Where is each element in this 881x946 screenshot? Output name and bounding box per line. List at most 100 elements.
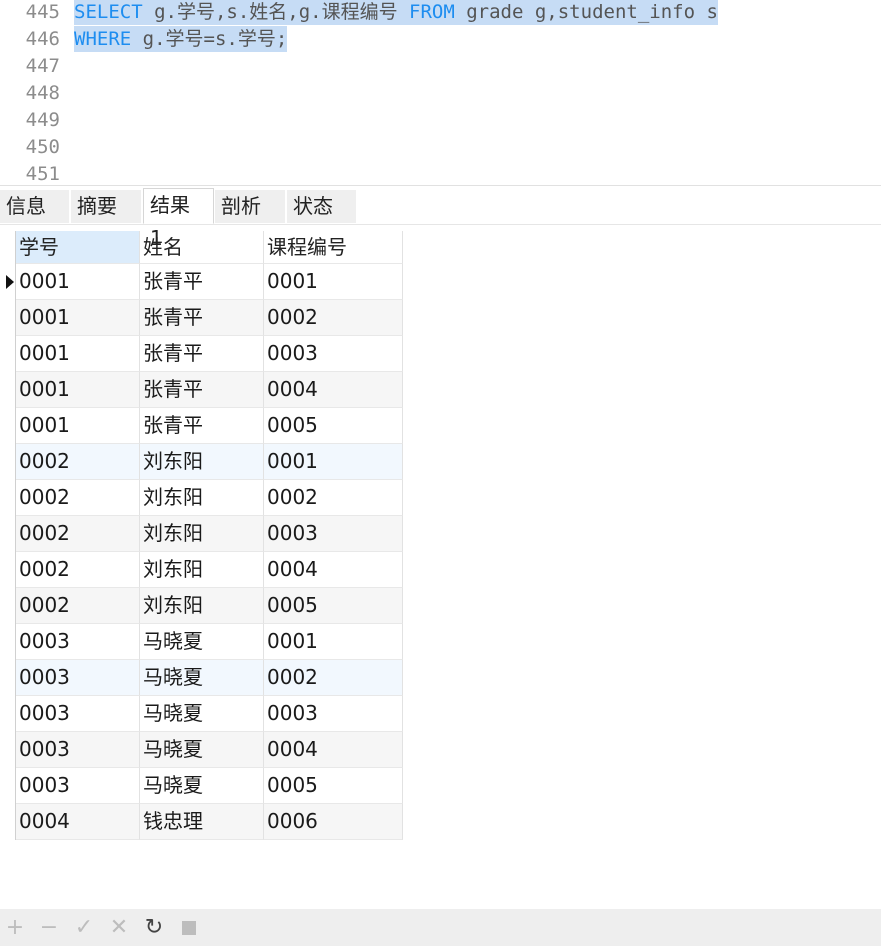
table-cell[interactable]: 刘东阳: [140, 516, 264, 552]
table-cell[interactable]: 张青平: [140, 408, 264, 444]
table-cell[interactable]: 0004: [264, 552, 403, 588]
discard-changes-button[interactable]: ✕: [106, 915, 132, 941]
table-cell[interactable]: 张青平: [140, 372, 264, 408]
table-row[interactable]: 0003 马晓夏 0005: [0, 768, 403, 804]
add-row-button[interactable]: +: [2, 915, 28, 941]
code-line[interactable]: 445 SELECT g.学号,s.姓名,g.课程编号 FROM grade g,…: [0, 0, 881, 26]
tab-1[interactable]: 摘要: [71, 190, 142, 223]
table-cell[interactable]: 马晓夏: [140, 660, 264, 696]
table-row[interactable]: 0002 刘东阳 0004: [0, 552, 403, 588]
table-cell[interactable]: 0002: [264, 300, 403, 336]
row-indicator[interactable]: [0, 300, 16, 336]
table-row[interactable]: 0002 刘东阳 0002: [0, 480, 403, 516]
code-text[interactable]: SELECT g.学号,s.姓名,g.课程编号 FROM grade g,stu…: [74, 0, 718, 25]
row-indicator[interactable]: [0, 516, 16, 552]
table-cell[interactable]: 0003: [264, 516, 403, 552]
table-cell[interactable]: 0005: [264, 768, 403, 804]
table-cell[interactable]: 0002: [16, 444, 140, 480]
table-cell[interactable]: 刘东阳: [140, 552, 264, 588]
table-cell[interactable]: 张青平: [140, 300, 264, 336]
table-cell[interactable]: 0002: [16, 552, 140, 588]
table-cell[interactable]: 刘东阳: [140, 444, 264, 480]
table-cell[interactable]: 0001: [16, 336, 140, 372]
table-row[interactable]: 0002 刘东阳 0005: [0, 588, 403, 624]
apply-changes-button[interactable]: ✓: [71, 915, 97, 941]
table-cell[interactable]: 0001: [16, 264, 140, 300]
table-cell[interactable]: 0003: [16, 732, 140, 768]
table-cell[interactable]: 0006: [264, 804, 403, 840]
table-row[interactable]: 0001 张青平 0005: [0, 408, 403, 444]
row-indicator[interactable]: [0, 336, 16, 372]
table-cell[interactable]: 0003: [16, 624, 140, 660]
table-cell[interactable]: 0001: [16, 372, 140, 408]
row-indicator[interactable]: [0, 732, 16, 768]
row-indicator[interactable]: [0, 660, 16, 696]
table-cell[interactable]: 马晓夏: [140, 624, 264, 660]
table-cell[interactable]: 钱忠理: [140, 804, 264, 840]
tab-2[interactable]: 结果 1: [143, 188, 214, 250]
table-cell[interactable]: 0004: [264, 372, 403, 408]
code-text[interactable]: WHERE g.学号=s.学号;: [74, 26, 288, 52]
row-indicator[interactable]: [0, 264, 16, 300]
row-indicator[interactable]: [0, 372, 16, 408]
table-cell[interactable]: 0001: [264, 444, 403, 480]
row-indicator[interactable]: [0, 408, 16, 444]
table-cell[interactable]: 刘东阳: [140, 480, 264, 516]
sql-editor[interactable]: 445 SELECT g.学号,s.姓名,g.课程编号 FROM grade g,…: [0, 0, 881, 185]
code-line[interactable]: 451: [0, 161, 881, 185]
tab-0[interactable]: 信息: [0, 190, 70, 223]
code-line[interactable]: 450: [0, 134, 881, 161]
table-row[interactable]: 0003 马晓夏 0004: [0, 732, 403, 768]
column-header[interactable]: 姓名: [140, 231, 264, 264]
table-cell[interactable]: 0004: [264, 732, 403, 768]
table-cell[interactable]: 0005: [264, 408, 403, 444]
table-row[interactable]: 0003 马晓夏 0001: [0, 624, 403, 660]
table-cell[interactable]: 0002: [264, 660, 403, 696]
table-cell[interactable]: 0005: [264, 588, 403, 624]
table-cell[interactable]: 张青平: [140, 264, 264, 300]
table-row[interactable]: 0001 张青平 0001: [0, 264, 403, 300]
table-cell[interactable]: 0001: [264, 624, 403, 660]
tab-4[interactable]: 状态: [287, 190, 357, 223]
table-cell[interactable]: 0001: [16, 408, 140, 444]
table-cell[interactable]: 马晓夏: [140, 696, 264, 732]
row-indicator[interactable]: [0, 804, 16, 840]
row-indicator[interactable]: [0, 624, 16, 660]
column-header[interactable]: 课程编号: [264, 231, 403, 264]
table-cell[interactable]: 0001: [264, 264, 403, 300]
row-indicator[interactable]: [0, 444, 16, 480]
delete-row-button[interactable]: −: [36, 915, 62, 941]
table-cell[interactable]: 0001: [16, 300, 140, 336]
row-indicator[interactable]: [0, 552, 16, 588]
table-row[interactable]: 0004 钱忠理 0006: [0, 804, 403, 840]
table-cell[interactable]: 0003: [264, 696, 403, 732]
table-row[interactable]: 0003 马晓夏 0002: [0, 660, 403, 696]
table-cell[interactable]: 0002: [264, 480, 403, 516]
code-line[interactable]: 449: [0, 107, 881, 134]
table-cell[interactable]: 0002: [16, 588, 140, 624]
table-cell[interactable]: 0004: [16, 804, 140, 840]
table-cell[interactable]: 张青平: [140, 336, 264, 372]
table-cell[interactable]: 0002: [16, 480, 140, 516]
table-cell[interactable]: 0003: [16, 768, 140, 804]
row-indicator[interactable]: [0, 696, 16, 732]
table-cell[interactable]: 马晓夏: [140, 768, 264, 804]
table-row[interactable]: 0002 刘东阳 0001: [0, 444, 403, 480]
tab-3[interactable]: 剖析: [215, 190, 286, 223]
stop-button[interactable]: [176, 915, 202, 941]
table-row[interactable]: 0001 张青平 0003: [0, 336, 403, 372]
table-row[interactable]: 0001 张青平 0004: [0, 372, 403, 408]
table-row[interactable]: 0002 刘东阳 0003: [0, 516, 403, 552]
row-indicator[interactable]: [0, 588, 16, 624]
table-cell[interactable]: 0003: [16, 660, 140, 696]
refresh-button[interactable]: ↻: [141, 915, 167, 941]
table-cell[interactable]: 0003: [16, 696, 140, 732]
row-indicator[interactable]: [0, 480, 16, 516]
table-cell[interactable]: 马晓夏: [140, 732, 264, 768]
table-row[interactable]: 0003 马晓夏 0003: [0, 696, 403, 732]
code-line[interactable]: 446 WHERE g.学号=s.学号;: [0, 26, 881, 53]
row-indicator[interactable]: [0, 768, 16, 804]
code-line[interactable]: 447: [0, 53, 881, 80]
code-line[interactable]: 448: [0, 80, 881, 107]
table-row[interactable]: 0001 张青平 0002: [0, 300, 403, 336]
